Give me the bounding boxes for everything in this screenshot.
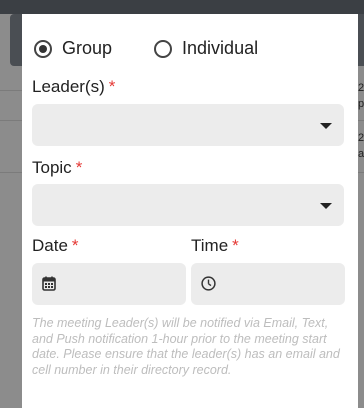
leader-label: Leader(s) * [32,77,115,97]
caret-down-icon [320,123,332,129]
background-text: p [358,98,364,110]
leader-select[interactable] [32,104,344,146]
clock-icon [201,276,216,291]
meeting-form-modal: Group Individual Leader(s) * Topic * Date *… [22,14,358,408]
radio-checked-icon[interactable] [34,39,52,58]
group-radio-label: Group [62,38,113,58]
time-input[interactable] [191,263,345,305]
date-label: Date * [32,236,79,256]
date-label-text: Date [32,236,68,255]
date-input[interactable] [32,263,186,305]
calendar-icon [42,276,56,291]
background-text: al [358,148,364,160]
meeting-type-radio-group: Group Individual [34,38,300,59]
time-label-text: Time [191,236,229,255]
background-top-bar [0,0,364,14]
required-marker: * [232,236,239,255]
background-text: 2 [358,132,364,144]
topic-label-text: Topic [32,158,72,177]
time-label: Time * [191,236,239,256]
topic-label: Topic * [32,158,82,178]
required-marker: * [75,158,83,177]
individual-radio-label: Individual [182,38,259,58]
background-text: 2 [358,82,364,94]
required-marker: * [71,236,79,255]
leader-label-text: Leader(s) [32,77,105,96]
caret-down-icon [320,203,332,209]
group-radio[interactable]: Group [34,38,112,59]
individual-radio[interactable]: Individual [154,38,258,59]
radio-unchecked-icon[interactable] [154,39,173,58]
required-marker: * [108,77,116,96]
topic-select[interactable] [32,184,344,226]
notification-note: The meeting Leader(s) will be notified v… [32,316,340,377]
